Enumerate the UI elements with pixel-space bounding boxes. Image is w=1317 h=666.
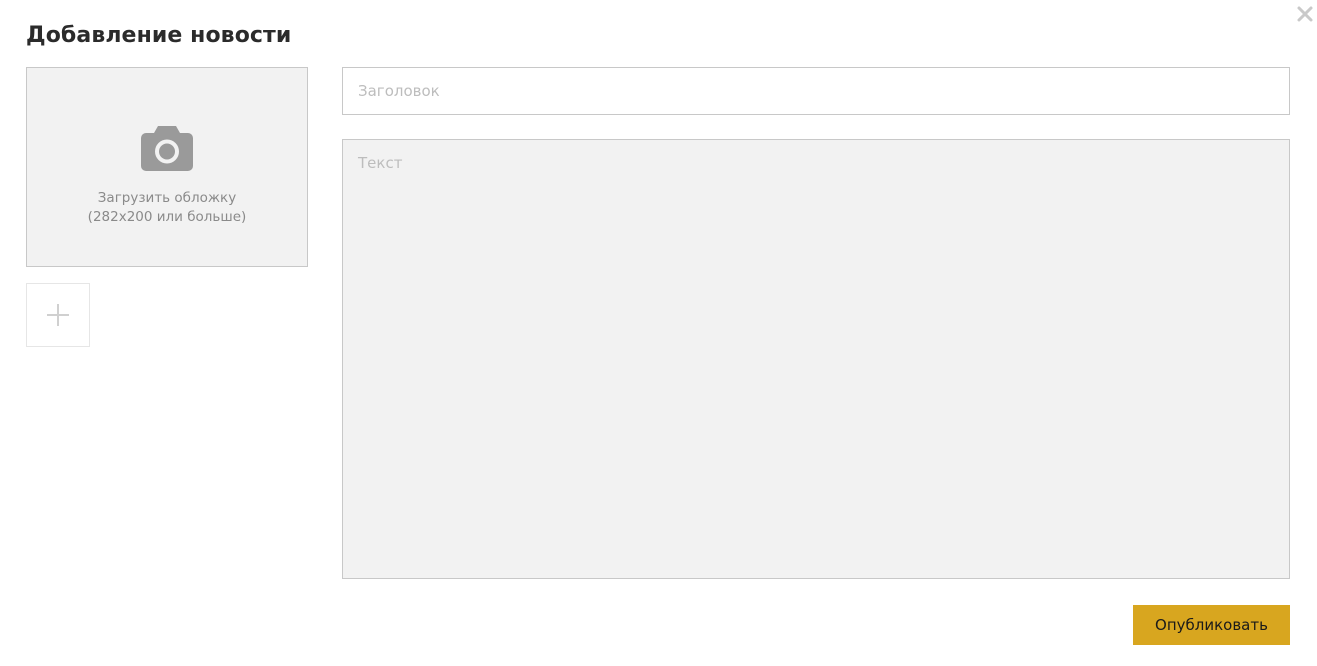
add-news-modal: Добавление новости Загрузить обложку (28… <box>0 0 1317 666</box>
cover-upload-area[interactable]: Загрузить обложку (282x200 или больше) <box>26 67 308 267</box>
cover-upload-label: Загрузить обложку (282x200 или больше) <box>27 189 307 227</box>
cover-upload-size-hint: (282x200 или больше) <box>87 209 247 225</box>
close-button[interactable] <box>1295 4 1315 24</box>
publish-button[interactable]: Опубликовать <box>1133 605 1290 645</box>
add-image-button[interactable] <box>26 283 90 347</box>
text-input[interactable] <box>342 139 1290 579</box>
cover-upload-label-line1: Загрузить обложку <box>97 190 237 206</box>
title-input[interactable] <box>342 67 1290 115</box>
plus-icon <box>47 304 69 326</box>
camera-icon <box>141 126 193 171</box>
close-icon <box>1297 6 1313 22</box>
modal-title: Добавление новости <box>26 23 292 48</box>
